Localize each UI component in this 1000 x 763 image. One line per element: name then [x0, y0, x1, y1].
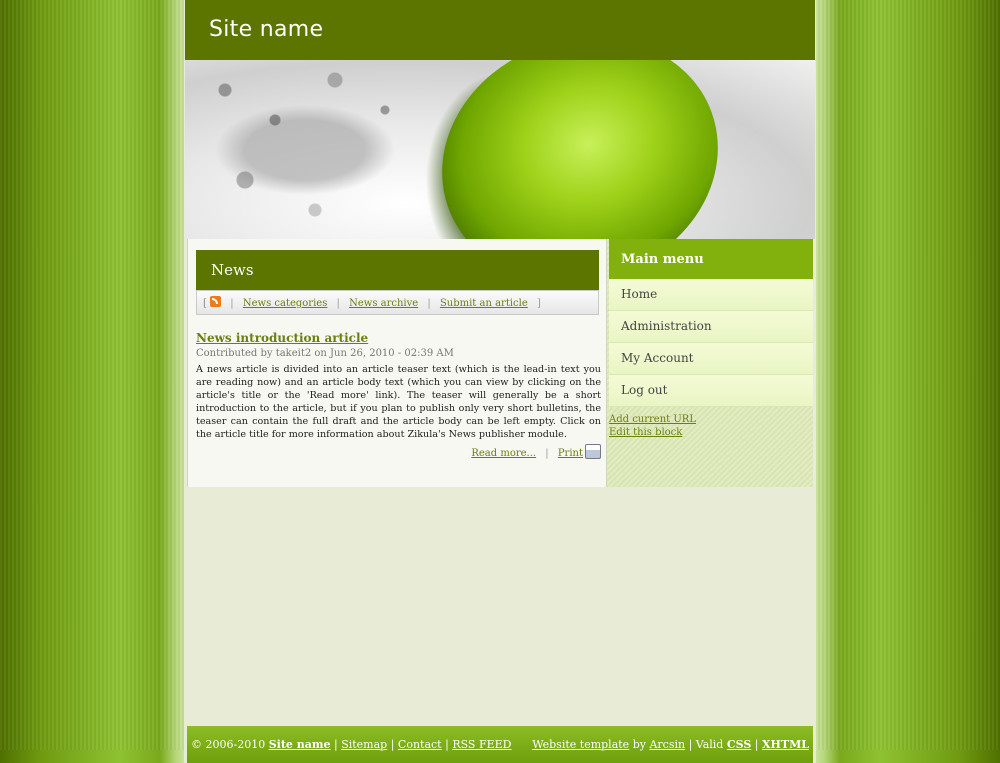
- xhtml-validator-link[interactable]: XHTML: [762, 738, 809, 751]
- content-area: News [ | News categories | News archive …: [185, 239, 815, 763]
- left-background: [0, 0, 184, 750]
- main-menu: Home Administration My Account Log out: [609, 279, 813, 407]
- site-footer: © 2006-2010 Site name | Sitemap | Contac…: [187, 726, 813, 763]
- news-title: News: [211, 261, 254, 279]
- submit-article-link[interactable]: Submit an article: [440, 298, 528, 309]
- page-container: Site name News [ | News categories | New…: [185, 0, 815, 763]
- news-article: News introduction article Contributed by…: [196, 331, 601, 459]
- rss-icon[interactable]: [210, 296, 222, 307]
- copyright-text: © 2006-2010: [191, 738, 266, 751]
- printer-icon[interactable]: [585, 444, 601, 459]
- print-link[interactable]: Print: [558, 448, 583, 459]
- news-archive-link[interactable]: News archive: [349, 298, 418, 309]
- footer-contact-link[interactable]: Contact: [398, 738, 442, 751]
- main-menu-title: Main menu: [621, 252, 704, 267]
- footer-site-name-link[interactable]: Site name: [269, 738, 331, 751]
- news-links-bar: [ | News categories | News archive | Sub…: [196, 290, 599, 315]
- footer-right: Website template by Arcsin | Valid CSS |…: [532, 738, 809, 751]
- menu-item-my-account[interactable]: My Account: [609, 343, 813, 375]
- header-banner-image: [185, 60, 815, 239]
- footer-left: © 2006-2010 Site name | Sitemap | Contac…: [191, 738, 512, 751]
- menu-item-log-out[interactable]: Log out: [609, 375, 813, 407]
- site-name[interactable]: Site name: [209, 17, 323, 42]
- article-meta: Contributed by takeit2 on Jun 26, 2010 -…: [196, 348, 454, 359]
- menu-item-home[interactable]: Home: [609, 279, 813, 311]
- block-links: Add current URL Edit this block: [609, 413, 696, 439]
- main-menu-header: Main menu: [609, 239, 813, 279]
- article-actions: Read more... | Print: [196, 444, 601, 459]
- news-header: News: [196, 250, 599, 290]
- edit-block-link[interactable]: Edit this block: [609, 426, 696, 439]
- main-column: News [ | News categories | News archive …: [187, 239, 607, 487]
- valid-text: Valid: [695, 738, 724, 751]
- footer-rss-link[interactable]: RSS FEED: [452, 738, 511, 751]
- css-validator-link[interactable]: CSS: [727, 738, 751, 751]
- add-current-url-link[interactable]: Add current URL: [609, 413, 696, 426]
- by-text: by: [632, 738, 646, 751]
- read-more-link[interactable]: Read more...: [471, 448, 536, 459]
- bracket-open: [: [203, 298, 207, 309]
- right-background: [816, 0, 1000, 750]
- article-title-link[interactable]: News introduction article: [196, 331, 601, 345]
- site-header: Site name: [185, 0, 815, 60]
- menu-item-administration[interactable]: Administration: [609, 311, 813, 343]
- news-categories-link[interactable]: News categories: [243, 298, 328, 309]
- website-template-link[interactable]: Website template: [532, 738, 629, 751]
- author-link[interactable]: Arcsin: [649, 738, 685, 751]
- article-teaser: A news article is divided into an articl…: [196, 364, 601, 440]
- footer-sitemap-link[interactable]: Sitemap: [341, 738, 387, 751]
- sidebar: Main menu Home Administration My Account…: [607, 239, 813, 487]
